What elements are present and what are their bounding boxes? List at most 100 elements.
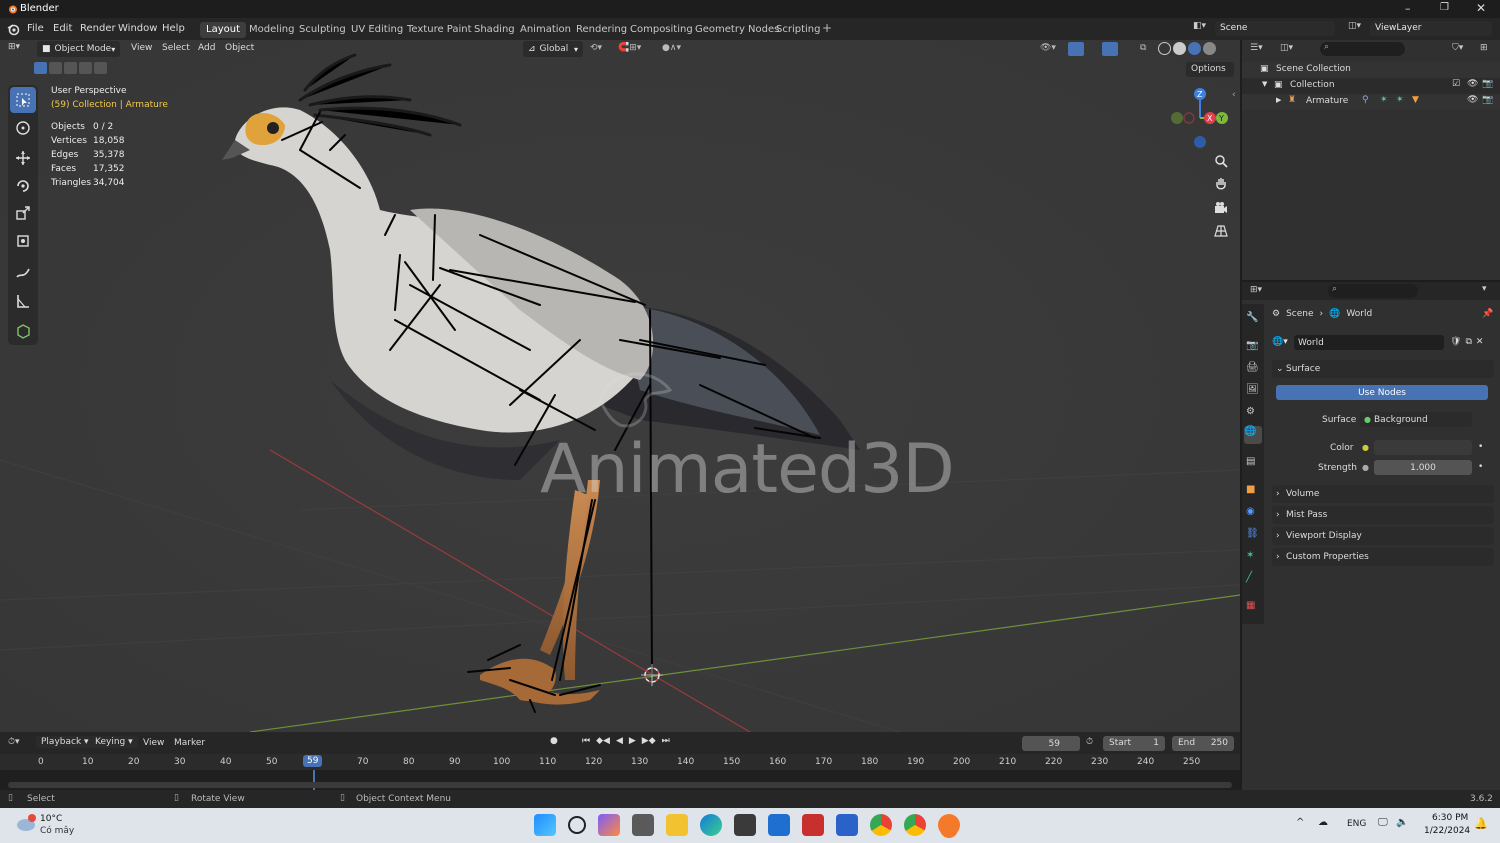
duplicate-icon[interactable]: ⧉ xyxy=(1465,337,1471,347)
jump-end-icon[interactable]: ⏭ xyxy=(662,736,670,746)
render-tab-icon[interactable]: 📷 xyxy=(1246,340,1258,351)
world-tab-icon[interactable]: 🌐 xyxy=(1244,426,1262,444)
tab-modeling[interactable]: Modeling xyxy=(243,22,301,38)
play-icon[interactable]: ▶ xyxy=(629,736,636,746)
timeline-scrollbar[interactable] xyxy=(8,782,1232,788)
rotate-tool-icon[interactable] xyxy=(10,173,36,199)
object-tab-icon[interactable]: ■ xyxy=(1246,484,1255,495)
office-icon[interactable] xyxy=(836,814,858,836)
perspective-grid-icon[interactable] xyxy=(1210,220,1232,242)
tray-chevron-up-icon[interactable]: ^ xyxy=(1296,817,1304,828)
volume-panel-header[interactable]: › Volume xyxy=(1272,485,1494,503)
preview-range-icon[interactable]: ⏱ xyxy=(1086,737,1093,747)
scene-tab-icon[interactable]: ⚙ xyxy=(1246,406,1255,417)
auto-keying-icon[interactable]: ● xyxy=(550,736,558,746)
eye-icon[interactable]: 👁 xyxy=(1467,95,1478,105)
playback-menu[interactable]: Playback ▾ xyxy=(36,736,94,748)
camera-icon[interactable]: 📷 xyxy=(1482,95,1493,105)
blender-taskbar-icon[interactable] xyxy=(938,814,960,836)
jump-start-icon[interactable]: ⏮ xyxy=(582,736,590,746)
keying-menu[interactable]: Keying ▾ xyxy=(90,736,138,748)
chevron-down-icon[interactable]: ▾ xyxy=(1482,284,1487,294)
new-collection-icon[interactable]: ⊞ xyxy=(1480,43,1488,53)
app-icon[interactable] xyxy=(802,814,824,836)
jump-keyframe-forward-icon[interactable]: ▶◆ xyxy=(642,736,656,746)
surface-shader-field[interactable]: ● Background xyxy=(1360,412,1472,427)
outliner-editor-icon[interactable]: ☰▾ xyxy=(1250,43,1263,53)
edge-icon[interactable] xyxy=(700,814,722,836)
annotate-tool-icon[interactable] xyxy=(10,260,36,286)
camera-view-icon[interactable] xyxy=(1210,197,1232,219)
add-workspace-icon[interactable]: + xyxy=(822,21,832,35)
keyframe-dot-icon[interactable]: • xyxy=(1478,462,1483,472)
collection-tab-icon[interactable]: ▤ xyxy=(1246,456,1255,467)
volume-icon[interactable]: 🔈 xyxy=(1396,817,1408,828)
network-icon[interactable]: 🖵 xyxy=(1378,817,1388,828)
gizmo-toggle-icon[interactable] xyxy=(1068,42,1084,56)
marker-menu[interactable]: Marker xyxy=(174,738,205,748)
timeline-ruler[interactable]: 0 10 20 30 40 50 59 70 80 90 100 110 120… xyxy=(0,754,1240,790)
eye-icon[interactable]: 👁 xyxy=(1467,79,1478,89)
restore-icon[interactable]: ❐ xyxy=(1440,2,1449,13)
play-reverse-icon[interactable]: ◀ xyxy=(616,736,623,746)
tab-sculpting[interactable]: Sculpting xyxy=(293,22,352,38)
menu-window[interactable]: Window xyxy=(118,23,157,34)
outliner-row-armature[interactable]: ▶ ♜ Armature ⚲ ✶ ✶ ▼ 👁 📷 xyxy=(1242,94,1500,110)
scene-field[interactable]: Scene xyxy=(1215,21,1335,36)
tab-animation[interactable]: Animation xyxy=(514,22,577,38)
select-box-tool-icon[interactable] xyxy=(10,87,36,113)
viewlayer-selector-icon[interactable]: ◫▾ xyxy=(1348,21,1368,36)
scene-selector-icon[interactable]: ◧▾ xyxy=(1193,21,1213,36)
timeline-view-menu[interactable]: View xyxy=(143,738,164,748)
snipping-tool-icon[interactable] xyxy=(734,814,756,836)
chrome-icon[interactable] xyxy=(870,814,892,836)
language-indicator[interactable]: ENG xyxy=(1347,819,1366,829)
viewport-display-panel-header[interactable]: › Viewport Display xyxy=(1272,527,1494,545)
menu-select[interactable]: Select xyxy=(162,43,190,53)
jump-keyframe-back-icon[interactable]: ◆◀ xyxy=(596,736,610,746)
view-layer-tab-icon[interactable]: 🖼 xyxy=(1246,384,1259,395)
rendered-shading-icon[interactable] xyxy=(1203,42,1216,55)
snapping-icon[interactable]: 🧲⊞▾ xyxy=(618,43,641,53)
menu-render[interactable]: Render xyxy=(80,23,116,34)
outliner-row-collection[interactable]: ▼ ▣ Collection ☑ 👁 📷 xyxy=(1242,78,1500,94)
menu-view[interactable]: View xyxy=(131,43,152,53)
file-explorer-icon[interactable] xyxy=(666,814,688,836)
menu-add[interactable]: Add xyxy=(198,43,215,53)
menu-edit[interactable]: Edit xyxy=(53,23,72,34)
end-frame-field[interactable]: End 250 xyxy=(1172,736,1234,751)
navigation-gizmo[interactable]: Z X Y xyxy=(1166,84,1232,150)
texture-tab-icon[interactable]: ▦ xyxy=(1246,600,1255,611)
options-dropdown[interactable]: Options xyxy=(1186,62,1234,77)
menu-help[interactable]: Help xyxy=(162,23,185,34)
wireframe-shading-icon[interactable] xyxy=(1158,42,1171,55)
clock-time[interactable]: 6:30 PM xyxy=(1432,813,1468,823)
surface-panel-header[interactable]: ⌄ Surface xyxy=(1272,360,1494,378)
cursor-tool-icon[interactable] xyxy=(10,115,36,141)
checkbox-icon[interactable]: ☑ xyxy=(1452,79,1460,89)
transform-tool-icon[interactable] xyxy=(10,228,36,254)
select-invert-icon[interactable] xyxy=(79,62,92,74)
onedrive-icon[interactable]: ☁ xyxy=(1318,817,1328,828)
pivot-point-icon[interactable]: ⟲▾ xyxy=(590,43,602,53)
menu-object[interactable]: Object xyxy=(225,43,254,53)
windows-start-icon[interactable] xyxy=(534,814,556,836)
current-frame-field[interactable]: 59 xyxy=(1022,736,1080,751)
timeline-editor-icon[interactable]: ⏱▾ xyxy=(8,737,20,747)
outliner-row-scene-collection[interactable]: ▣ Scene Collection xyxy=(1242,62,1500,78)
use-nodes-button[interactable]: Use Nodes xyxy=(1276,385,1488,400)
color-swatch[interactable] xyxy=(1374,440,1472,455)
data-tab-icon[interactable]: ✶ xyxy=(1246,550,1254,561)
tab-compositing[interactable]: Compositing xyxy=(624,22,699,38)
unlink-icon[interactable]: ✕ xyxy=(1476,337,1484,347)
properties-editor-icon[interactable]: ⊞▾ xyxy=(1250,285,1262,295)
world-name-field[interactable]: World xyxy=(1294,334,1444,350)
sidebar-toggle-icon[interactable]: ‹ xyxy=(1232,90,1236,100)
viewlayer-field[interactable]: ViewLayer xyxy=(1370,21,1492,36)
tool-tab-icon[interactable]: 🔧 xyxy=(1246,312,1258,323)
orientation-selector[interactable]: ⊿ Global ▾ xyxy=(523,41,583,57)
keyframe-dot-icon[interactable]: • xyxy=(1478,442,1483,452)
mist-pass-panel-header[interactable]: › Mist Pass xyxy=(1272,506,1494,524)
expand-arrow-icon[interactable]: ▼ xyxy=(1262,80,1267,88)
mode-selector[interactable]: ■ Object Mode ▾ xyxy=(37,41,120,57)
